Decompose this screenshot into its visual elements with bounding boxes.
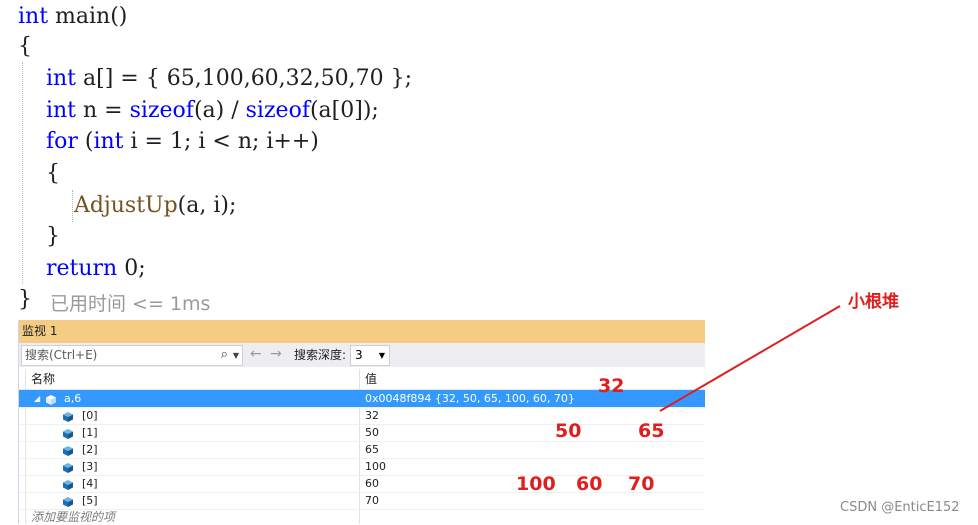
annotation-arrow xyxy=(659,305,841,412)
heap-node: 50 xyxy=(555,420,582,442)
heap-node: 65 xyxy=(638,420,665,442)
watermark: CSDN @EnticE152 xyxy=(840,500,960,515)
annotation-title: 小根堆 xyxy=(848,292,899,312)
heap-node: 100 xyxy=(516,473,556,495)
heap-node: 32 xyxy=(598,375,625,397)
heap-node: 70 xyxy=(628,473,655,495)
heap-node: 60 xyxy=(576,473,603,495)
